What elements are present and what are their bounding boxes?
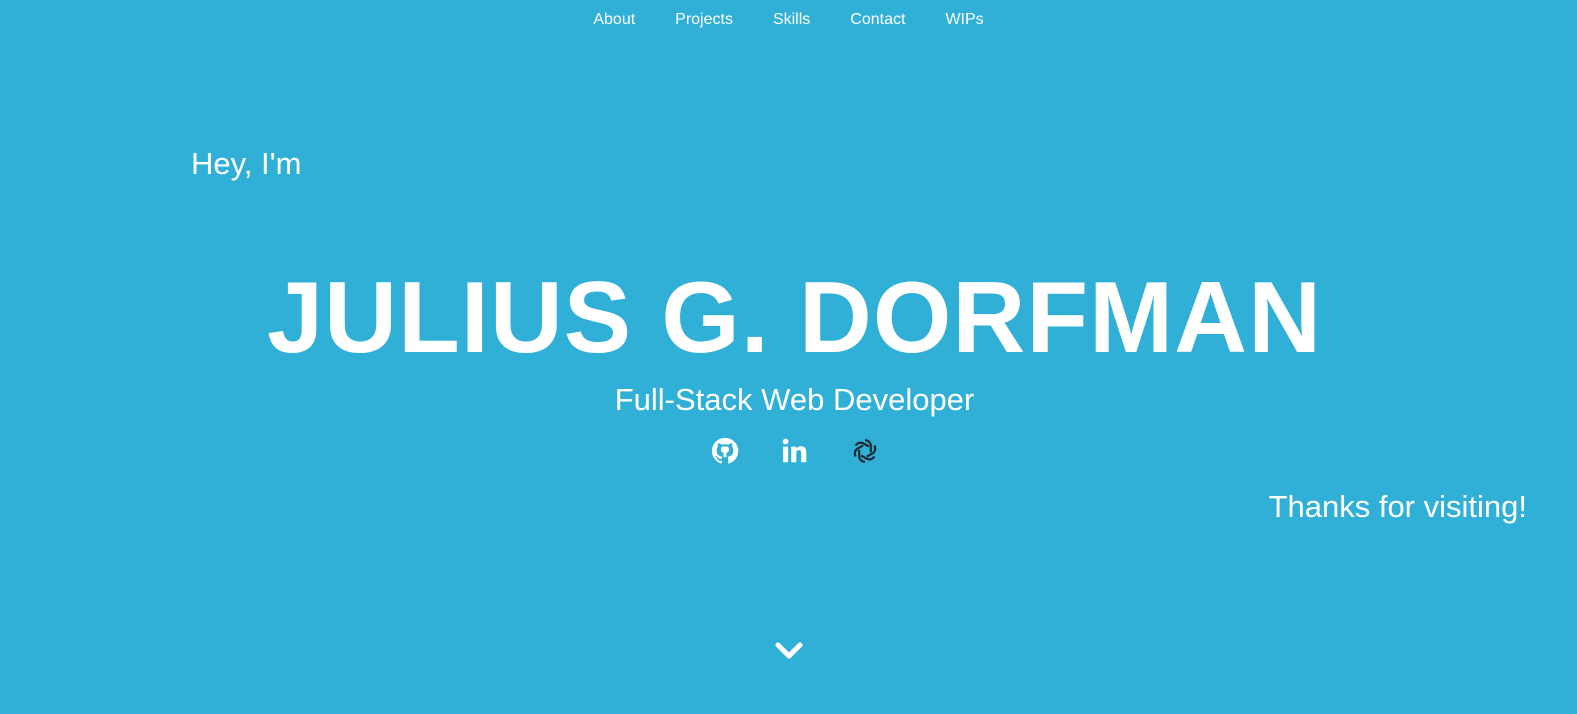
scroll-down-button[interactable] xyxy=(772,636,806,666)
linkedin-link[interactable] xyxy=(778,434,812,468)
openai-link[interactable] xyxy=(848,434,882,468)
github-icon xyxy=(711,437,738,464)
social-links xyxy=(0,434,1577,468)
nav-link-contact[interactable]: Contact xyxy=(850,11,905,29)
top-nav: About Projects Skills Contact WIPs xyxy=(0,0,1577,40)
openai-icon xyxy=(853,439,876,463)
github-link[interactable] xyxy=(708,434,742,468)
nav-link-projects[interactable]: Projects xyxy=(675,11,733,29)
nav-link-skills[interactable]: Skills xyxy=(773,11,810,29)
hero-name: JULIUS G. DORFMAN xyxy=(266,262,1323,374)
thanks-message: Thanks for visiting! xyxy=(1268,489,1527,524)
nav-link-wips[interactable]: WIPs xyxy=(945,11,983,29)
nav-link-about[interactable]: About xyxy=(593,11,635,29)
hero-subtitle: Full-Stack Web Developer xyxy=(614,382,975,417)
chevron-down-icon xyxy=(775,642,803,659)
hero-greeting: Hey, I'm xyxy=(191,146,302,181)
page: About Projects Skills Contact WIPs Hey, … xyxy=(0,0,1577,714)
linkedin-icon xyxy=(782,438,806,463)
